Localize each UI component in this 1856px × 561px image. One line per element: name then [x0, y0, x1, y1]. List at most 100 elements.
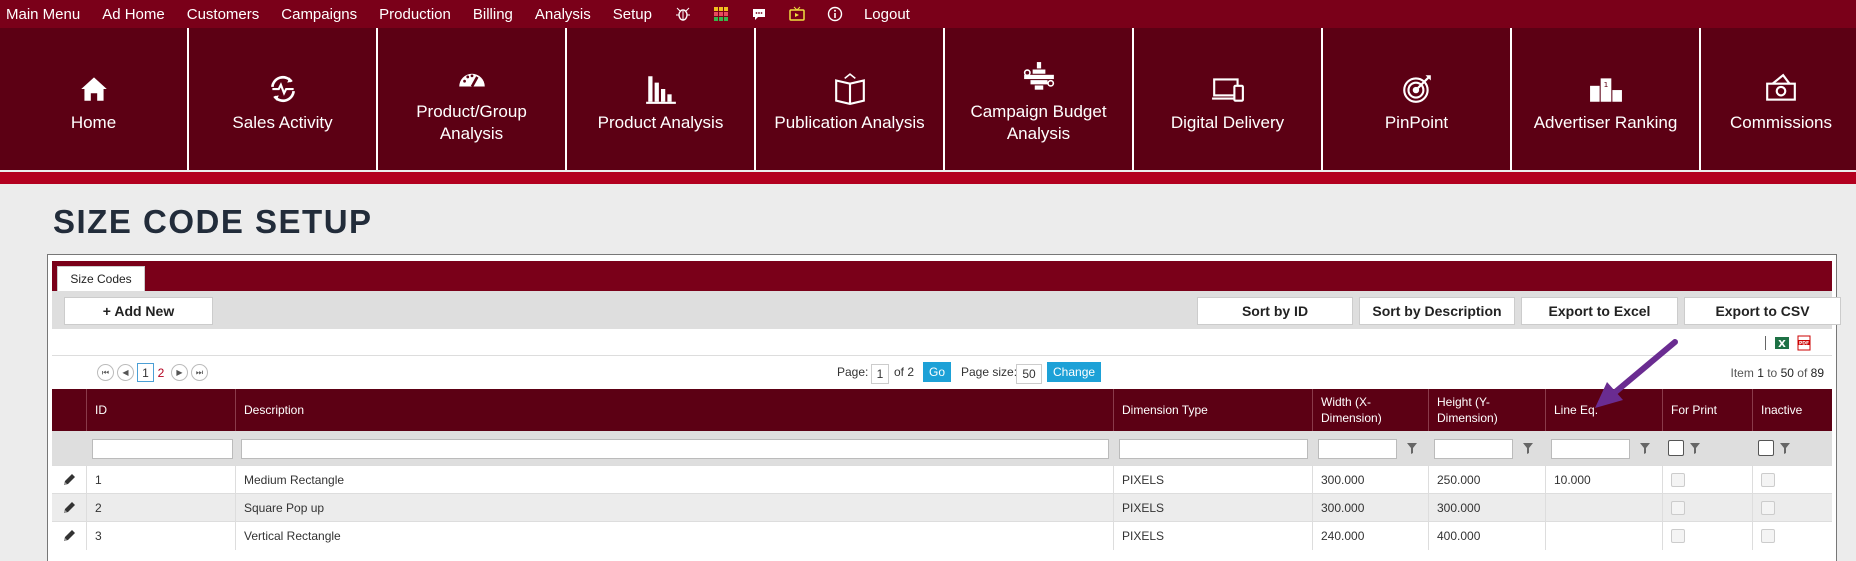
page-label: Page:: [837, 365, 869, 379]
menu-main-menu[interactable]: Main Menu: [6, 6, 80, 23]
divider: [1765, 336, 1766, 350]
chat-icon[interactable]: [750, 5, 768, 23]
bar-chart-icon: [644, 64, 678, 106]
inactive-checkbox[interactable]: [1761, 473, 1775, 487]
page-number-link[interactable]: 2: [155, 363, 167, 382]
svg-text:X: X: [1778, 339, 1786, 350]
pager: ⏮ ◀ 1 2 ▶ ⏭ Page: 1 of 2 Go Page size: 5…: [52, 355, 1832, 389]
tile-advertiser-ranking[interactable]: 1 Advertiser Ranking: [1512, 28, 1701, 170]
tile-product-group-analysis[interactable]: Product/Group Analysis: [378, 28, 567, 170]
filter-icon[interactable]: [1689, 441, 1701, 455]
cell-dimension-type: PIXELS: [1113, 494, 1312, 522]
tile-label: Product Analysis: [597, 113, 724, 132]
bug-icon[interactable]: [674, 5, 692, 23]
edit-pencil-icon[interactable]: [52, 494, 86, 522]
pdf-icon[interactable]: PDF: [1796, 335, 1812, 351]
menu-ad-home[interactable]: Ad Home: [102, 6, 165, 23]
tile-sales-activity[interactable]: Sales Activity: [189, 28, 378, 170]
podium-icon: 1: [1589, 64, 1623, 106]
for-print-checkbox[interactable]: [1671, 529, 1685, 543]
grid-icon[interactable]: [712, 5, 730, 23]
cell-inactive: [1752, 522, 1832, 550]
tile-label: Publication Analysis: [774, 113, 925, 132]
book-icon: [833, 64, 867, 106]
item-range-info: Item 1 to 50 of 89: [1731, 366, 1825, 380]
add-new-button[interactable]: + Add New: [64, 297, 213, 325]
menu-setup[interactable]: Setup: [613, 6, 652, 23]
cell-description: Vertical Rectangle: [235, 522, 1113, 550]
grid-header: ID Description Dimension Type Width (X-D…: [52, 389, 1832, 431]
go-button[interactable]: Go: [923, 362, 952, 382]
export-to-excel-button[interactable]: Export to Excel: [1521, 297, 1678, 325]
export-to-csv-button[interactable]: Export to CSV: [1684, 297, 1841, 325]
tile-home[interactable]: Home: [0, 28, 189, 170]
change-button[interactable]: Change: [1047, 362, 1102, 382]
column-header-width[interactable]: Width (X-Dimension): [1312, 389, 1428, 431]
page-input[interactable]: 1: [871, 364, 889, 384]
info-from: 1: [1757, 366, 1764, 380]
cell-height: 300.000: [1428, 494, 1545, 522]
inactive-checkbox[interactable]: [1761, 529, 1775, 543]
tile-label: Sales Activity: [232, 113, 333, 132]
filter-dimension-type-input[interactable]: [1119, 439, 1308, 459]
cell-width: 300.000: [1312, 466, 1428, 494]
accent-divider: [0, 172, 1856, 184]
column-header-inactive[interactable]: Inactive: [1752, 389, 1832, 431]
inactive-checkbox[interactable]: [1761, 501, 1775, 515]
info-icon[interactable]: [826, 5, 844, 23]
tile-campaign-budget-analysis[interactable]: Campaign Budget Analysis: [945, 28, 1134, 170]
tab-size-codes[interactable]: Size Codes: [57, 266, 145, 291]
sort-by-id-button[interactable]: Sort by ID: [1197, 297, 1353, 325]
filter-description-input[interactable]: [241, 439, 1109, 459]
filter-line-eq-input[interactable]: [1551, 439, 1630, 459]
refresh-pulse-icon: [266, 64, 300, 106]
tile-pinpoint[interactable]: PinPoint: [1323, 28, 1512, 170]
for-print-checkbox[interactable]: [1671, 473, 1685, 487]
page-size-label: Page size:: [961, 365, 1018, 379]
tile-commissions[interactable]: Commissions: [1701, 28, 1856, 170]
menu-analysis[interactable]: Analysis: [535, 6, 591, 23]
gauge-icon: [455, 53, 489, 95]
filter-for-print-checkbox[interactable]: [1668, 440, 1684, 456]
filter-height-input[interactable]: [1434, 439, 1513, 459]
filter-inactive-checkbox[interactable]: [1758, 440, 1774, 456]
page-number-current[interactable]: 1: [137, 363, 154, 382]
tile-label: Campaign Budget Analysis: [970, 102, 1107, 143]
first-page-icon[interactable]: ⏮: [97, 364, 114, 381]
filter-width-input[interactable]: [1318, 439, 1397, 459]
info-to-label: to: [1767, 366, 1778, 380]
tile-publication-analysis[interactable]: Publication Analysis: [756, 28, 945, 170]
last-page-icon[interactable]: ⏭: [191, 364, 208, 381]
cell-line-eq: 10.000: [1545, 466, 1662, 494]
prev-page-icon[interactable]: ◀: [117, 364, 134, 381]
filter-icon[interactable]: [1779, 441, 1791, 455]
next-page-icon[interactable]: ▶: [171, 364, 188, 381]
menu-campaigns[interactable]: Campaigns: [281, 6, 357, 23]
column-header-dimension-type[interactable]: Dimension Type: [1113, 389, 1312, 431]
column-header-id[interactable]: ID: [86, 389, 235, 431]
filter-icon[interactable]: [1406, 441, 1418, 455]
column-header-height[interactable]: Height (Y-Dimension): [1428, 389, 1545, 431]
filter-icon[interactable]: [1522, 441, 1534, 455]
menu-billing[interactable]: Billing: [473, 6, 513, 23]
menu-production[interactable]: Production: [379, 6, 451, 23]
info-to: 50: [1780, 366, 1794, 380]
for-print-checkbox[interactable]: [1671, 501, 1685, 515]
menu-customers[interactable]: Customers: [187, 6, 260, 23]
tile-product-analysis[interactable]: Product Analysis: [567, 28, 756, 170]
edit-pencil-icon[interactable]: [52, 466, 86, 494]
page-of-label: of 2: [894, 365, 915, 379]
tile-digital-delivery[interactable]: Digital Delivery: [1134, 28, 1323, 170]
menu-logout[interactable]: Logout: [864, 6, 910, 23]
info-total: 89: [1810, 366, 1824, 380]
filter-icon[interactable]: [1639, 441, 1651, 455]
page-size-input[interactable]: 50: [1016, 364, 1042, 384]
sort-by-description-button[interactable]: Sort by Description: [1359, 297, 1515, 325]
cell-width: 300.000: [1312, 494, 1428, 522]
column-header-description[interactable]: Description: [235, 389, 1113, 431]
edit-pencil-icon[interactable]: [52, 522, 86, 550]
excel-icon[interactable]: X: [1774, 335, 1790, 351]
cell-height: 400.000: [1428, 522, 1545, 550]
filter-id-input[interactable]: [92, 439, 233, 459]
tv-icon[interactable]: [788, 5, 806, 23]
